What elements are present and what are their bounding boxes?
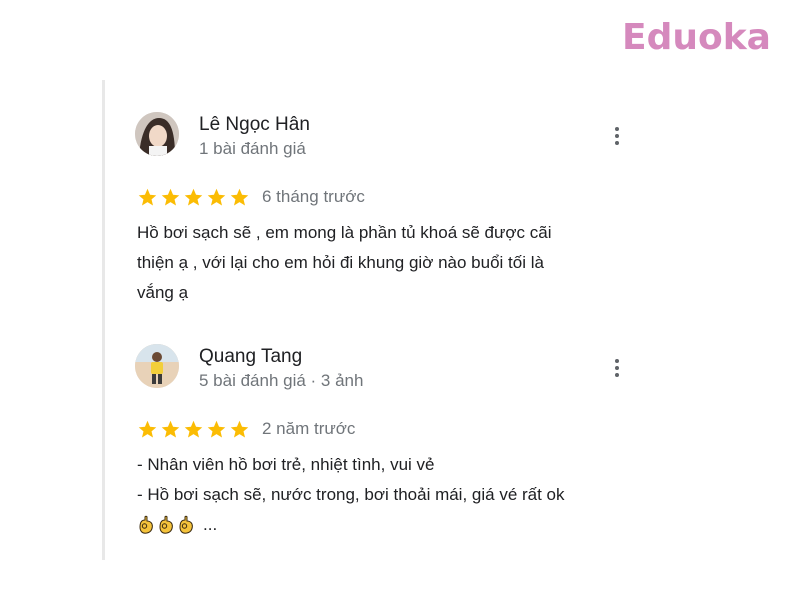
avatar-photo [135,344,179,388]
avatar-photo [135,112,179,156]
rating-row: 6 tháng trước [137,185,365,209]
ok-hand-icon [159,515,173,534]
review-text-line: vắng ạ [137,283,189,302]
rating-row: 2 năm trước [137,417,355,441]
star-icon [207,188,226,206]
avatar[interactable] [135,112,179,156]
brand-logo: Eduoka [622,20,771,56]
star-icon [184,420,203,438]
reviewer-meta: 5 bài đánh giá · 3 ảnh [199,371,364,390]
reviews-panel: Lê Ngọc Hân 1 bài đánh giá 6 tháng trước… [102,80,665,560]
review-text: - Nhân viên hồ bơi trẻ, nhiệt tình, vui … [137,450,637,540]
review-text-line: thiện ạ , với lại cho em hỏi đi khung gi… [137,253,544,272]
star-icon [230,188,249,206]
star-icon [184,188,203,206]
review-text-line: - Nhân viên hồ bơi trẻ, nhiệt tình, vui … [137,455,435,474]
review-text-line: - Hồ bơi sạch sẽ, nước trong, bơi thoải … [137,485,565,504]
more-vert-icon[interactable] [605,122,629,150]
star-icon [138,188,157,206]
read-more-ellipsis[interactable]: ... [203,510,217,540]
review-text-line: Hồ bơi sạch sẽ , em mong là phần tủ khoá… [137,223,552,242]
ok-hand-icon [179,515,193,534]
review-time: 6 tháng trước [262,187,365,206]
star-icon [138,420,157,438]
star-icon [161,188,180,206]
reviewer-name[interactable]: Quang Tang [199,346,302,368]
star-rating [137,419,250,440]
page: Eduoka Lê Ngọc Hân 1 bài đánh giá 6 thán… [0,0,800,600]
brand-logo-text: Eduoka [622,17,771,58]
star-icon [207,420,226,438]
more-vert-icon[interactable] [605,354,629,382]
star-icon [161,420,180,438]
review-time: 2 năm trước [262,419,356,438]
ok-hand-icon [139,515,153,534]
reviewer-name[interactable]: Lê Ngọc Hân [199,114,310,136]
star-icon [230,420,249,438]
avatar[interactable] [135,344,179,388]
star-rating [137,187,250,208]
review-text: Hồ bơi sạch sẽ , em mong là phần tủ khoá… [137,218,637,308]
emoji-row: ... [137,510,637,540]
reviewer-meta: 1 bài đánh giá [199,139,306,158]
